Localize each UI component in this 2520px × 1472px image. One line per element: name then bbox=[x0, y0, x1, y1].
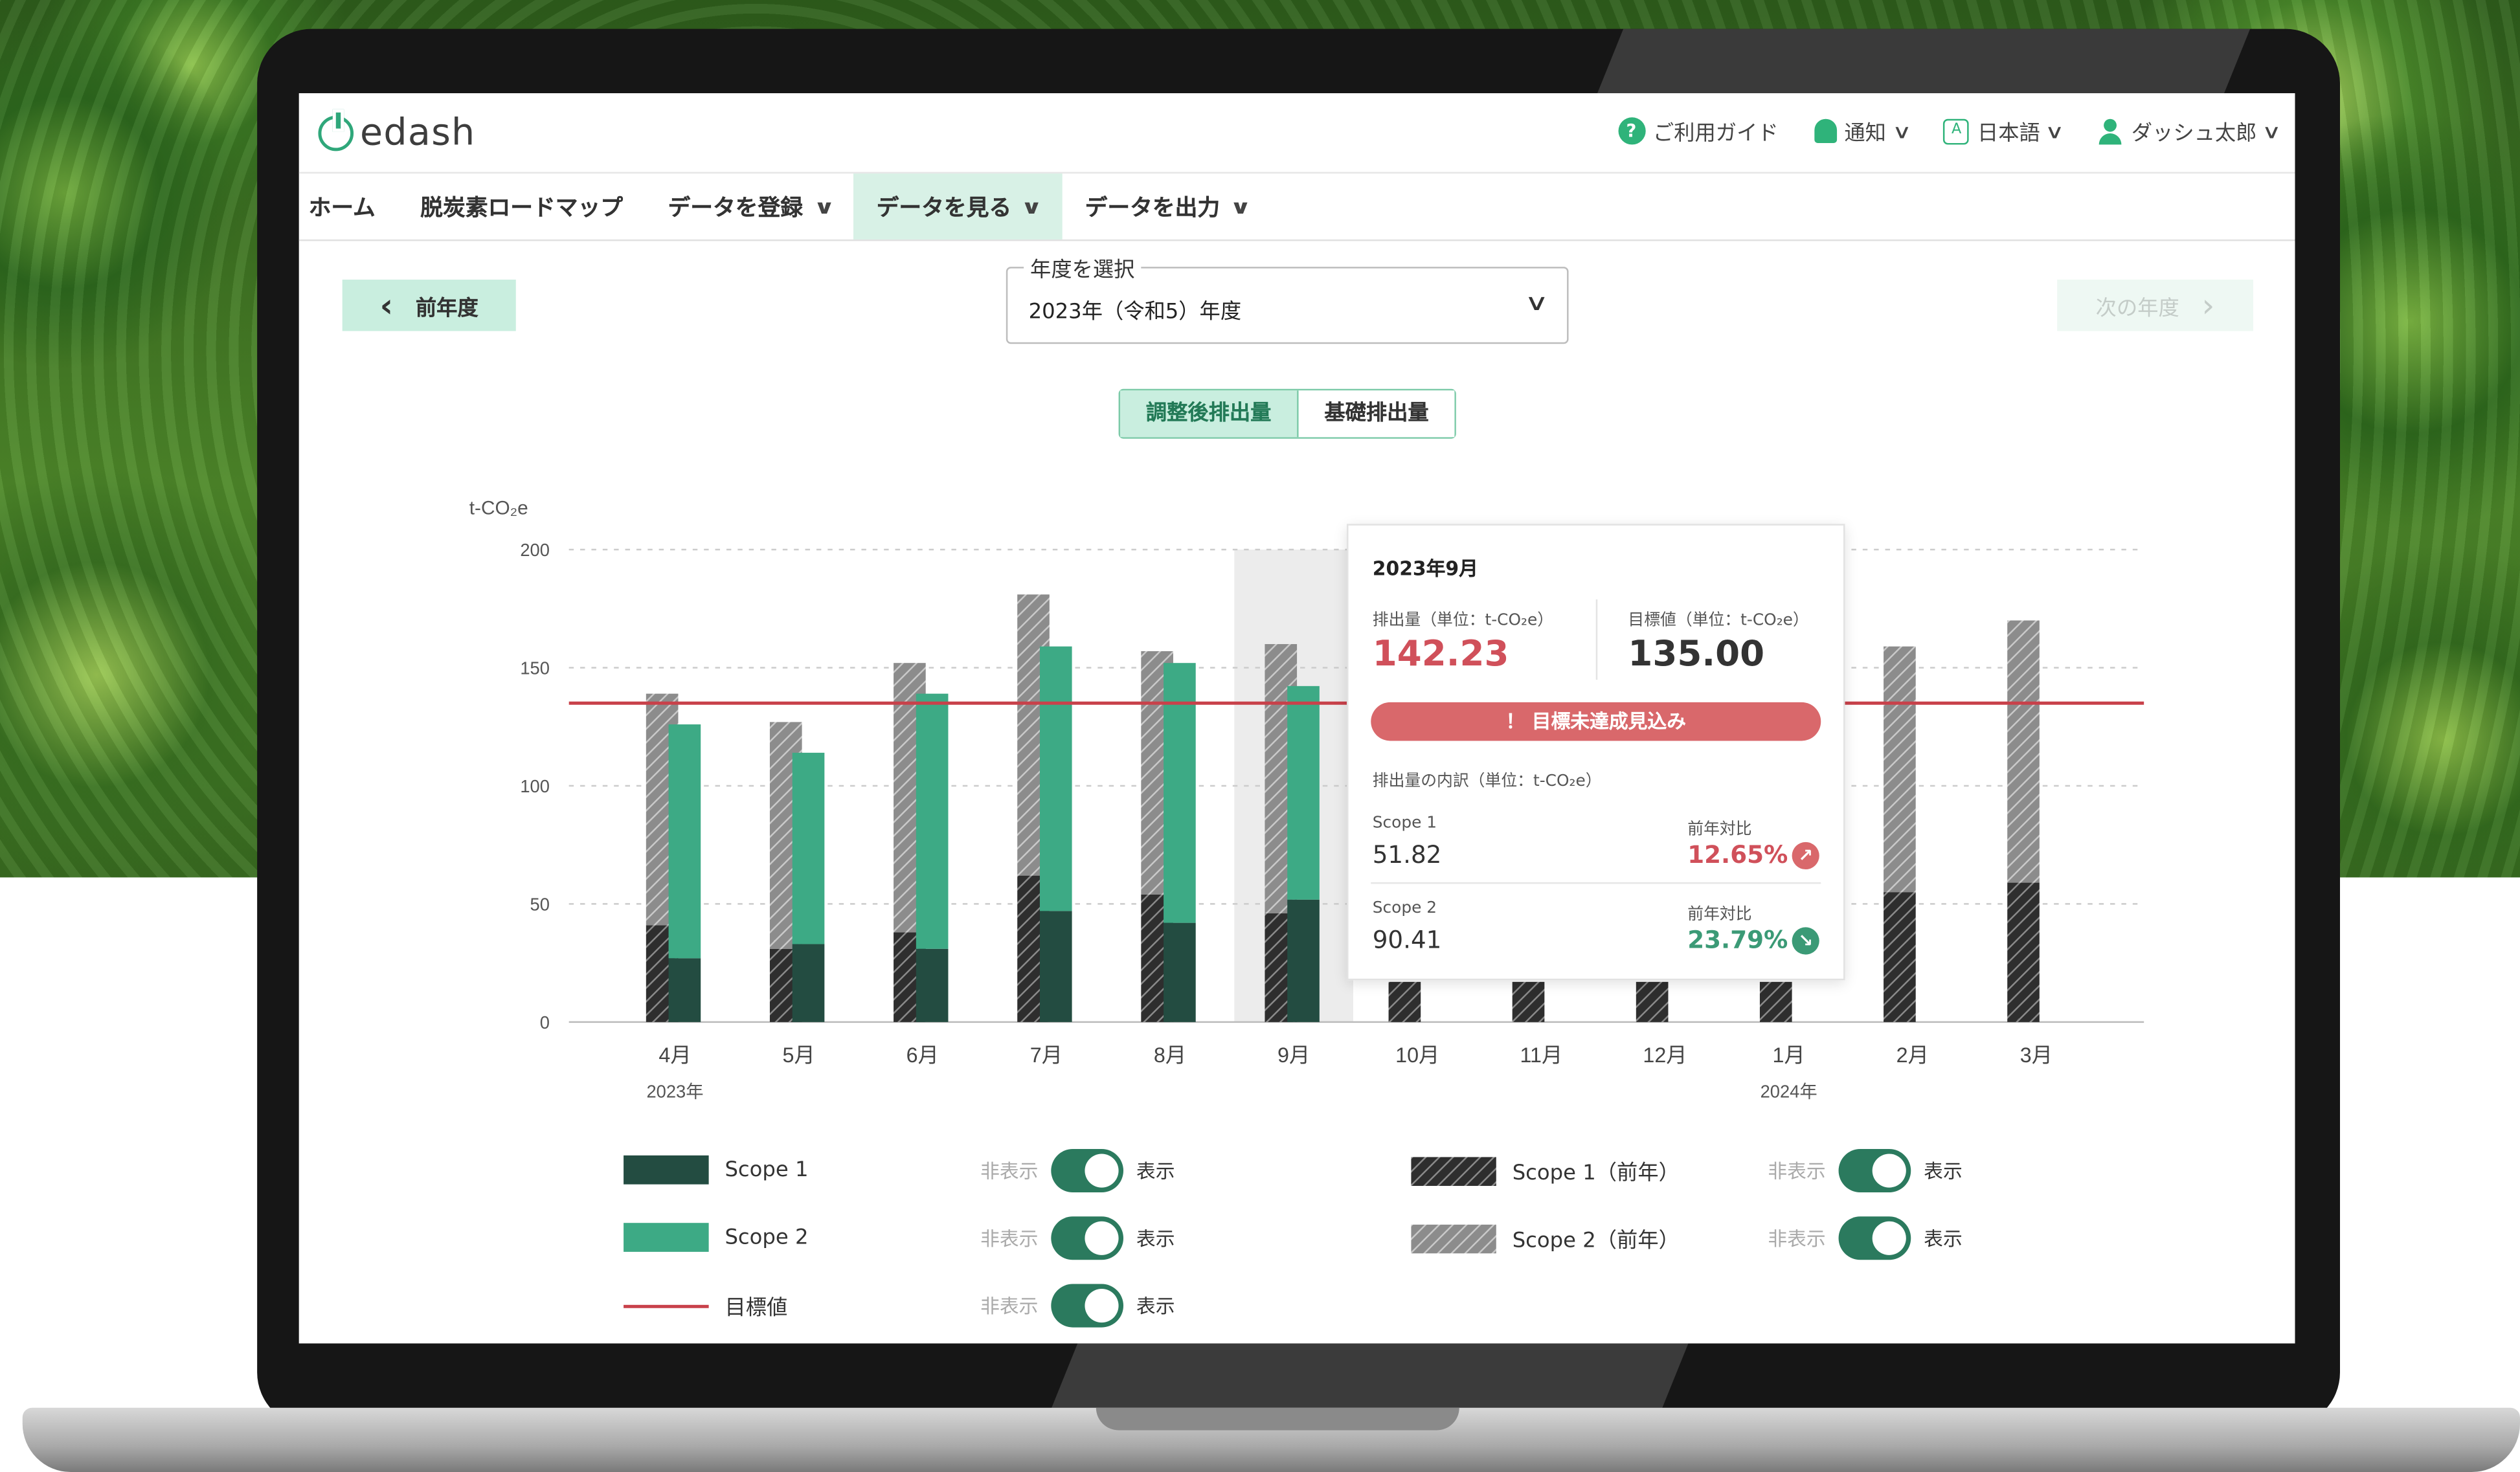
legend-label-scope2-prev: Scope 2（前年） bbox=[1512, 1229, 1680, 1254]
y-tick-label: 100 bbox=[520, 776, 550, 796]
toggle-hide-label: 非表示 bbox=[980, 1160, 1039, 1183]
bar-scope2 bbox=[1039, 646, 1072, 911]
legend-swatch-scope1-prev bbox=[1411, 1156, 1496, 1185]
x-tick-label: 12月 bbox=[1643, 1043, 1687, 1067]
bar-scope1 bbox=[668, 958, 701, 1022]
legend-label-scope2: Scope 2 bbox=[725, 1225, 809, 1250]
x-tick-label: 8月 bbox=[1154, 1043, 1186, 1067]
legend-scope2-prev: Scope 2（前年） bbox=[1411, 1223, 1680, 1253]
bar-scope1-prev bbox=[1759, 981, 1792, 1022]
tooltip-scope2-yoy: 23.79% bbox=[1687, 925, 1788, 955]
tooltip-scope1-yoy-label: 前年対比 bbox=[1687, 821, 1752, 839]
x-tick-label: 2月 bbox=[1896, 1043, 1929, 1067]
toggle-show-label: 表示 bbox=[1136, 1160, 1175, 1183]
bar-scope1 bbox=[916, 948, 949, 1022]
legend-swatch-scope2 bbox=[624, 1223, 709, 1252]
bar-scope1 bbox=[792, 944, 825, 1022]
x-tick-label: 5月 bbox=[783, 1043, 815, 1067]
month-tooltip: 2023年9月 排出量（単位：t-CO₂e） 142.23 目標値（単位：t-C… bbox=[1347, 524, 1845, 981]
tooltip-scope2-yoy-label: 前年対比 bbox=[1687, 906, 1752, 924]
x-tick-label: 3月 bbox=[2020, 1043, 2053, 1067]
toggle-hide-label: 非表示 bbox=[1768, 1160, 1826, 1183]
legend-swatch-scope2-prev bbox=[1411, 1223, 1496, 1253]
x-year-label: 2024年 bbox=[1761, 1082, 1817, 1102]
bar-scope1-prev bbox=[1388, 981, 1421, 1022]
bar-scope1-prev bbox=[1884, 892, 1916, 1022]
legend-scope1-prev: Scope 1（前年） bbox=[1411, 1155, 1680, 1186]
bar-scope2 bbox=[792, 752, 825, 944]
toggle-switch-scope2-prev[interactable] bbox=[1838, 1216, 1911, 1260]
arrow-up-icon: ↗ bbox=[1792, 842, 1819, 870]
y-tick-label: 150 bbox=[520, 658, 550, 678]
bar-scope1-prev bbox=[1512, 981, 1545, 1022]
legend-scope1: Scope 1 bbox=[624, 1155, 809, 1185]
legend-label-target: 目標値 bbox=[725, 1297, 788, 1321]
toggle-switch-scope1-prev[interactable] bbox=[1838, 1149, 1911, 1193]
legend-swatch-target bbox=[624, 1304, 709, 1308]
tooltip-emission-label: 排出量（単位：t-CO₂e） bbox=[1372, 612, 1554, 630]
legend-label-scope1-prev: Scope 1（前年） bbox=[1512, 1161, 1680, 1187]
tooltip-date: 2023年9月 bbox=[1372, 557, 1478, 581]
bar-scope1-prev bbox=[2007, 882, 2040, 1022]
y-tick-label: 200 bbox=[520, 540, 550, 560]
toggle-hide-label: 非表示 bbox=[980, 1227, 1039, 1251]
tooltip-scope2-label: Scope 2 bbox=[1372, 900, 1437, 918]
legend-swatch-scope1 bbox=[624, 1155, 709, 1185]
screen-glare bbox=[1597, 28, 2251, 93]
x-tick-label: 4月 bbox=[658, 1043, 691, 1067]
toggle-show-label: 表示 bbox=[1136, 1295, 1175, 1318]
toggle-scope2: 非表示 表示 bbox=[980, 1216, 1175, 1260]
x-year-label: 2023年 bbox=[646, 1082, 703, 1102]
toggle-hide-label: 非表示 bbox=[1768, 1227, 1826, 1251]
toggle-show-label: 表示 bbox=[1924, 1227, 1963, 1251]
bar-scope1 bbox=[1164, 922, 1196, 1022]
tooltip-scope2-value: 90.41 bbox=[1372, 925, 1442, 955]
y-tick-label: 0 bbox=[540, 1012, 550, 1032]
bar-scope2-prev bbox=[2007, 620, 2040, 883]
bar-scope1 bbox=[1039, 911, 1072, 1022]
tooltip-scope1-label: Scope 1 bbox=[1372, 814, 1437, 832]
y-tick-label: 50 bbox=[530, 894, 550, 914]
tooltip-divider bbox=[1595, 599, 1598, 680]
tooltip-emission-value: 142.23 bbox=[1372, 634, 1509, 675]
toggle-hide-label: 非表示 bbox=[980, 1295, 1039, 1318]
bar-scope2 bbox=[1287, 686, 1320, 900]
toggle-scope2-prev: 非表示 表示 bbox=[1768, 1216, 1963, 1260]
bar-scope1-prev bbox=[1636, 981, 1669, 1022]
bar-scope2-prev bbox=[1884, 646, 1916, 893]
toggle-target: 非表示 表示 bbox=[980, 1284, 1175, 1328]
toggle-switch-scope2[interactable] bbox=[1051, 1216, 1124, 1260]
tooltip-target-value: 135.00 bbox=[1628, 634, 1765, 675]
target-warning-badge: ！ 目標未達成見込み bbox=[1371, 702, 1821, 741]
toggle-switch-scope1[interactable] bbox=[1051, 1149, 1124, 1193]
toggle-scope1: 非表示 表示 bbox=[980, 1149, 1175, 1193]
x-tick-label: 10月 bbox=[1395, 1043, 1439, 1067]
emissions-chart: 0 50 100 150 200 t-CO₂e 4月 5月 6月 7月 8月 9月 10月 11月 12月 1… bbox=[469, 497, 2144, 1102]
x-tick-label: 11月 bbox=[1520, 1043, 1562, 1067]
legend-target: 目標値 bbox=[624, 1290, 787, 1321]
tooltip-breakdown-label: 排出量の内訳（単位：t-CO₂e） bbox=[1372, 773, 1602, 791]
toggle-show-label: 表示 bbox=[1924, 1160, 1963, 1183]
toggle-scope1-prev: 非表示 表示 bbox=[1768, 1149, 1963, 1193]
bar-scope2 bbox=[668, 724, 701, 959]
toggle-switch-target[interactable] bbox=[1051, 1284, 1124, 1328]
x-tick-label: 9月 bbox=[1277, 1043, 1310, 1067]
app-screen: edash ? ご利用ガイド 通知 ∨ A 日本語 ∨ ダッシュ太郎 ∨ ホーム… bbox=[298, 93, 2295, 1344]
legend-label-scope1: Scope 1 bbox=[725, 1157, 809, 1182]
x-tick-label: 6月 bbox=[906, 1043, 939, 1067]
toggle-show-label: 表示 bbox=[1136, 1227, 1175, 1251]
y-axis-label: t-CO₂e bbox=[469, 497, 528, 519]
tooltip-scope1-value: 51.82 bbox=[1372, 840, 1442, 870]
x-tick-label: 7月 bbox=[1030, 1043, 1063, 1067]
tooltip-scope1-yoy: 12.65% bbox=[1687, 840, 1788, 870]
tooltip-target-label: 目標値（単位：t-CO₂e） bbox=[1628, 612, 1809, 630]
laptop-notch bbox=[1096, 1407, 1459, 1431]
arrow-down-icon: ↘ bbox=[1792, 927, 1819, 955]
bar-scope2 bbox=[916, 693, 949, 949]
legend-scope2: Scope 2 bbox=[624, 1223, 809, 1252]
x-tick-label: 1月 bbox=[1773, 1043, 1805, 1067]
bar-scope1 bbox=[1287, 899, 1320, 1022]
tooltip-separator bbox=[1371, 882, 1821, 884]
